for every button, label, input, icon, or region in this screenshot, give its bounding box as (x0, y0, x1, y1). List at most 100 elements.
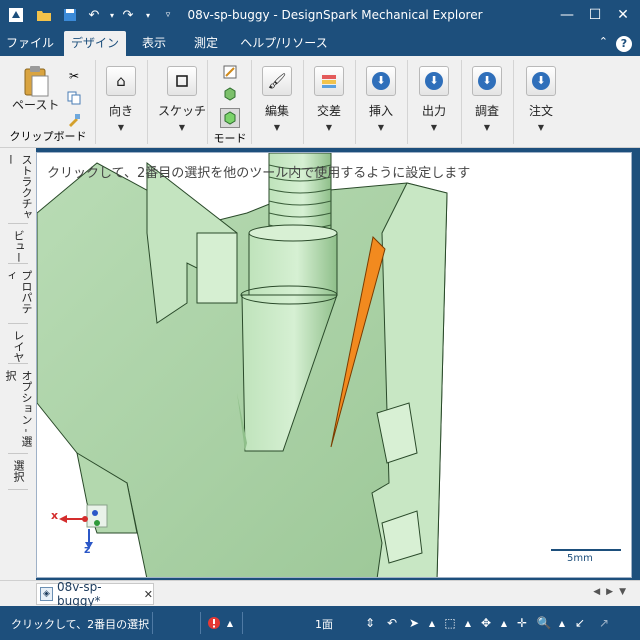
collapse-ribbon-icon[interactable]: ⌃ (599, 35, 608, 48)
insert-label: 挿入 (368, 104, 393, 118)
insert-group: ⬇ 挿入 ▼ (356, 60, 408, 144)
format-painter-icon[interactable] (66, 112, 82, 128)
tab-design[interactable]: デザイン (64, 31, 126, 56)
maximize-icon[interactable]: ☐ (580, 4, 610, 26)
tab-help[interactable]: ヘルプ/リソース (236, 31, 332, 56)
redo-icon[interactable]: ↷ (118, 5, 138, 25)
box-select-dropdown-icon[interactable]: ▲ (460, 615, 476, 631)
sketch-group: スケッチ ▼ (148, 60, 208, 144)
side-tab-view[interactable]: ビュー (8, 226, 28, 264)
side-tab-select[interactable]: 選択 (8, 456, 28, 490)
mode-group: モード (208, 60, 252, 145)
output-button[interactable]: ⬇ 出力 ▼ (419, 66, 449, 132)
status-separator (152, 612, 153, 634)
axis-z-label: z (84, 543, 91, 556)
cut-icon[interactable]: ✂ (66, 68, 82, 84)
side-tab-layers[interactable]: レイヤ (8, 326, 28, 364)
output-label: 出力 (421, 104, 446, 118)
3d-viewport[interactable]: クリックして、2番目の選択を他のツール内で使用するように設定します x z 5m… (36, 152, 632, 578)
tab-measure[interactable]: 測定 (184, 31, 228, 56)
tab-view[interactable]: 表示 (132, 31, 176, 56)
spin-dropdown-icon[interactable]: ▲ (496, 615, 512, 631)
pointer-icon[interactable]: ➤ (406, 615, 422, 631)
orient-dropdown-icon: ▼ (117, 123, 125, 132)
side-tab-structure[interactable]: ストラクチャー (4, 150, 33, 224)
open-folder-icon[interactable] (34, 5, 54, 25)
app-window: ↶ ▾ ↷ ▾ ▿ 08v-sp-buggy - DesignSpark Mec… (0, 0, 640, 640)
pointer-dropdown-icon[interactable]: ▲ (424, 615, 440, 631)
box-select-icon[interactable]: ⬚ (442, 615, 458, 631)
face-count: 1面 (315, 618, 333, 631)
edit-button[interactable]: 🖌 編集 ▼ (262, 66, 292, 132)
edit-brush-icon: 🖌 (262, 66, 292, 96)
app-logo-icon[interactable] (6, 5, 26, 25)
close-tab-icon[interactable]: ✕ (144, 588, 153, 601)
output-download-icon: ⬇ (419, 66, 449, 96)
paste-button[interactable]: ペースト (12, 64, 59, 113)
error-icon[interactable] (206, 615, 222, 631)
order-button[interactable]: ⬇ 注文 ▼ (526, 66, 556, 132)
mode-label: モード (213, 132, 247, 145)
intersect-group: 交差 ▼ (304, 60, 356, 144)
redo-dropdown-icon[interactable]: ▾ (138, 5, 158, 25)
spin-icon[interactable]: ✥ (478, 615, 494, 631)
sketch-mode-icon[interactable] (222, 64, 238, 80)
side-tab-properties[interactable]: プロパティ (4, 266, 33, 324)
inspect-button[interactable]: ⬇ 調査 ▼ (472, 66, 502, 132)
orientation-gizmo[interactable] (59, 504, 108, 549)
inspect-group: ⬇ 調査 ▼ (462, 60, 514, 144)
status-separator (242, 612, 243, 634)
intersect-stack-icon (314, 66, 344, 96)
inspect-download-icon: ⬇ (472, 66, 502, 96)
undo-icon[interactable]: ↶ (84, 5, 104, 25)
previous-view-icon[interactable]: ↙ (572, 615, 588, 631)
select-arrows-icon[interactable]: ⇕ (362, 615, 378, 631)
document-tab[interactable]: ◈ 08v-sp-buggy* ✕ (36, 580, 154, 608)
help-icon[interactable]: ? (616, 36, 632, 52)
edit-dropdown-icon: ▼ (273, 123, 281, 132)
output-dropdown-icon: ▼ (430, 123, 438, 132)
close-icon[interactable]: ✕ (608, 4, 638, 26)
minimize-icon[interactable]: — (552, 4, 582, 26)
tab-nav-arrows[interactable]: ◀▶▼ (593, 587, 632, 597)
menu-bar: ファイル デザイン 表示 測定 ヘルプ/リソース ⌃ ? (0, 31, 640, 56)
insert-dropdown-icon: ▼ (377, 123, 385, 132)
zoom-icon[interactable]: 🔍 (536, 615, 552, 631)
3d-mode-icon[interactable] (220, 108, 240, 128)
save-icon[interactable] (60, 5, 80, 25)
clipboard-icon (24, 66, 49, 97)
intersect-label: 交差 (316, 104, 341, 118)
copy-icon[interactable] (66, 90, 82, 106)
undo-selection-icon[interactable]: ↶ (384, 615, 400, 631)
ribbon: ペースト ✂ クリップボード ⌂ 向き ▼ スケッチ ▼ モード 🖌 編集 ▼ … (0, 56, 640, 148)
zoom-dropdown-icon[interactable]: ▲ (554, 615, 570, 631)
scale-label: 5mm (567, 553, 593, 564)
axis-x-label: x (51, 509, 59, 522)
document-tab-label: 08v-sp-buggy* (57, 580, 102, 608)
insert-download-icon: ⬇ (366, 66, 396, 96)
home-icon: ⌂ (106, 66, 136, 96)
clipboard-group: ペースト ✂ クリップボード (0, 60, 96, 144)
side-tab-options-select[interactable]: オプション - 選択 (4, 366, 33, 454)
window-title: 08v-sp-buggy - DesignSpark Mechanical Ex… (187, 8, 483, 22)
inspect-dropdown-icon: ▼ (483, 123, 491, 132)
next-view-icon[interactable]: ↗ (596, 615, 612, 631)
edit-label: 編集 (264, 104, 289, 118)
order-group: ⬇ 注文 ▼ (514, 60, 570, 144)
output-group: ⬇ 出力 ▼ (408, 60, 462, 144)
model-render[interactable] (37, 153, 632, 578)
tab-file[interactable]: ファイル (2, 31, 58, 56)
order-download-icon: ⬇ (526, 66, 556, 96)
error-dropdown-icon[interactable]: ▲ (222, 615, 238, 631)
insert-button[interactable]: ⬇ 挿入 ▼ (366, 66, 396, 132)
scale-bar (551, 549, 621, 551)
side-panel-tabs: ストラクチャー ビュー プロパティ レイヤ オプション - 選択 選択 (0, 148, 36, 580)
intersect-button[interactable]: 交差 ▼ (314, 66, 344, 132)
intersect-dropdown-icon: ▼ (325, 123, 333, 132)
sketch-button[interactable]: スケッチ ▼ (158, 66, 206, 132)
orient-button[interactable]: ⌂ 向き ▼ (106, 66, 136, 132)
section-mode-icon[interactable] (222, 86, 238, 102)
pan-icon[interactable]: ✛ (514, 615, 530, 631)
customize-toolbar-icon[interactable]: ▿ (158, 5, 178, 25)
order-label: 注文 (528, 104, 553, 118)
